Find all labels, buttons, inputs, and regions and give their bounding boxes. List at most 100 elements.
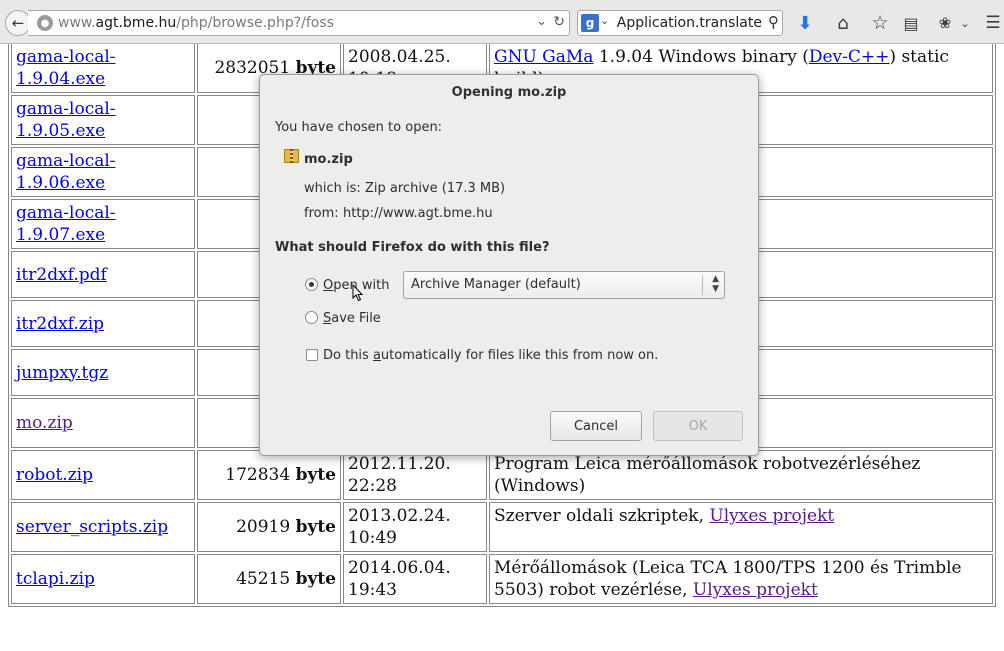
file-link[interactable]: gama-local-1.9.05.exe <box>16 99 116 141</box>
size-unit: byte <box>295 465 336 485</box>
save-file-radio[interactable] <box>305 311 318 324</box>
application-select-value: Archive Manager (default) <box>411 277 581 292</box>
url-bar[interactable]: ● www.agt.bme.hu/php/browse.php?/foss ⌄ … <box>28 10 570 36</box>
file-name-cell: robot.zip <box>11 450 195 500</box>
dialog-question: What should Firefox do with this file? <box>275 240 550 255</box>
file-description-cell: Program Leica mérőállomások robotvezérlé… <box>489 450 993 500</box>
description-text: Program Leica mérőállomások robotvezérlé… <box>494 454 921 496</box>
select-separator <box>702 275 703 295</box>
globe-icon: ● <box>37 15 53 31</box>
url-prefix: www. <box>58 15 96 31</box>
file-name-cell: server_scripts.zip <box>11 502 195 552</box>
open-with-radio[interactable] <box>305 278 318 291</box>
description-link[interactable]: Dev-C++ <box>809 47 890 67</box>
browser-toolbar: ← ● www.agt.bme.hu/php/browse.php?/foss … <box>0 0 1004 44</box>
size-unit: byte <box>295 517 336 537</box>
table-row: server_scripts.zip 20919 byte 2013.02.24. 1… <box>11 502 993 552</box>
open-file-dialog: Opening mo.zip You have chosen to open: … <box>259 74 759 456</box>
up-down-arrows-icon: ▲ ▼ <box>712 274 719 294</box>
download-icon[interactable]: ⬇ <box>794 12 816 34</box>
auto-action-label[interactable]: Do this automatically for files like thi… <box>323 348 658 363</box>
home-icon[interactable]: ⌂ <box>832 12 854 34</box>
source-url: http://www.agt.bme.hu <box>343 206 493 221</box>
table-row: tclapi.zip 45215 byte 2014.06.04. 19:43 Mérő… <box>11 554 993 604</box>
file-name-cell: gama-local-1.9.06.exe <box>11 147 195 197</box>
file-name-cell: gama-local-1.9.07.exe <box>11 199 195 249</box>
application-select[interactable]: Archive Manager (default) ▲ ▼ <box>403 271 725 299</box>
addon-icon[interactable]: ❀ <box>934 12 956 34</box>
file-link[interactable]: gama-local-1.9.06.exe <box>16 151 116 193</box>
file-description-cell: Mérőállomások (Leica TCA 1800/TPS 1200 é… <box>489 554 993 604</box>
chevron-down-icon[interactable]: ⌄ <box>600 14 609 27</box>
file-time: 10:49 <box>348 528 397 548</box>
file-link[interactable]: gama-local-1.9.04.exe <box>16 47 116 89</box>
description-link[interactable]: Ulyxes projekt <box>709 506 834 526</box>
auto-label-mnemonic: a <box>372 348 381 363</box>
url-host: agt.bme.hu <box>95 15 177 31</box>
file-link[interactable]: itr2dxf.zip <box>16 314 104 334</box>
from-label: from: <box>304 206 339 221</box>
file-link[interactable]: mo.zip <box>16 413 73 433</box>
url-text[interactable]: www.agt.bme.hu/php/browse.php?/foss <box>58 15 334 31</box>
file-size-cell: 45215 byte <box>197 554 341 604</box>
description-text: 1.9.04 Windows binary ( <box>593 47 809 67</box>
reload-icon[interactable]: ↻ <box>553 14 565 30</box>
file-time: 19:43 <box>348 580 397 600</box>
file-link[interactable]: server_scripts.zip <box>16 517 168 537</box>
file-link[interactable]: itr2dxf.pdf <box>16 265 107 285</box>
auto-action-checkbox[interactable] <box>306 349 318 361</box>
file-date: 2013.02.24. <box>348 506 451 526</box>
mouse-cursor-icon <box>352 284 364 302</box>
file-name: mo.zip <box>304 152 353 167</box>
file-size-cell: 20919 byte <box>197 502 341 552</box>
file-name-cell: gama-local-1.9.04.exe <box>11 44 195 93</box>
file-link[interactable]: gama-local-1.9.07.exe <box>16 203 116 245</box>
search-icon[interactable]: ⚲ <box>768 13 779 31</box>
chevron-down-icon[interactable]: ⌄ <box>536 14 547 29</box>
table-row: robot.zip 172834 byte 2012.11.20. 22:28 Prog… <box>11 450 993 500</box>
ok-button[interactable]: OK <box>653 411 743 441</box>
file-name-cell: gama-local-1.9.05.exe <box>11 95 195 145</box>
file-type-value: Zip archive (17.3 MB) <box>365 181 506 196</box>
menu-icon[interactable]: ☰ <box>982 12 1004 34</box>
file-size: 20919 <box>236 517 291 537</box>
which-label: which is: <box>304 181 361 196</box>
description-link[interactable]: Ulyxes projekt <box>693 580 818 600</box>
file-link[interactable]: tclapi.zip <box>16 569 95 589</box>
file-name-cell: jumpxy.tgz <box>11 349 195 396</box>
bookmarks-list-icon[interactable]: ▤ <box>900 12 922 34</box>
file-size-cell: 172834 byte <box>197 450 341 500</box>
search-bar[interactable]: g ⌄ reApplication.translate ⚲ <box>577 10 783 36</box>
file-size: 45215 <box>236 569 291 589</box>
description-text: Szerver oldali szkriptek, <box>494 506 710 526</box>
dialog-title: Opening mo.zip <box>451 85 567 100</box>
size-unit: byte <box>295 569 336 589</box>
search-input[interactable]: reApplication.translate <box>616 15 762 31</box>
file-name-cell: mo.zip <box>11 398 195 448</box>
cancel-button[interactable]: Cancel <box>550 411 642 441</box>
zip-file-icon <box>284 149 299 163</box>
file-date-cell: 2012.11.20. 22:28 <box>343 450 487 500</box>
file-date: 2008.04.25. <box>348 47 451 67</box>
chevron-down-icon[interactable]: ⌄ <box>958 12 972 34</box>
search-engine-icon[interactable]: g <box>581 14 599 32</box>
url-path: /php/browse.php?/foss <box>176 15 334 31</box>
file-date: 2014.06.04. <box>348 558 451 578</box>
file-link[interactable]: robot.zip <box>16 465 93 485</box>
file-date-cell: 2013.02.24. 10:49 <box>343 502 487 552</box>
dialog-intro: You have chosen to open: <box>275 120 443 135</box>
file-name-cell: tclapi.zip <box>11 554 195 604</box>
file-size: 172834 <box>225 465 291 485</box>
file-time: 22:28 <box>348 476 397 496</box>
save-file-label[interactable]: Save File <box>323 311 381 326</box>
file-date: 2012.11.20. <box>348 454 451 474</box>
open-with-label-first: O <box>323 278 334 293</box>
file-name-cell: itr2dxf.pdf <box>11 251 195 298</box>
description-link[interactable]: GNU GaMa <box>494 47 593 67</box>
file-link[interactable]: jumpxy.tgz <box>16 363 108 383</box>
file-description-cell: Szerver oldali szkriptek, Ulyxes projekt <box>489 502 993 552</box>
file-name-cell: itr2dxf.zip <box>11 300 195 347</box>
bookmark-star-icon[interactable]: ☆ <box>868 12 892 34</box>
save-file-label-rest: ave File <box>331 311 381 326</box>
file-date-cell: 2014.06.04. 19:43 <box>343 554 487 604</box>
